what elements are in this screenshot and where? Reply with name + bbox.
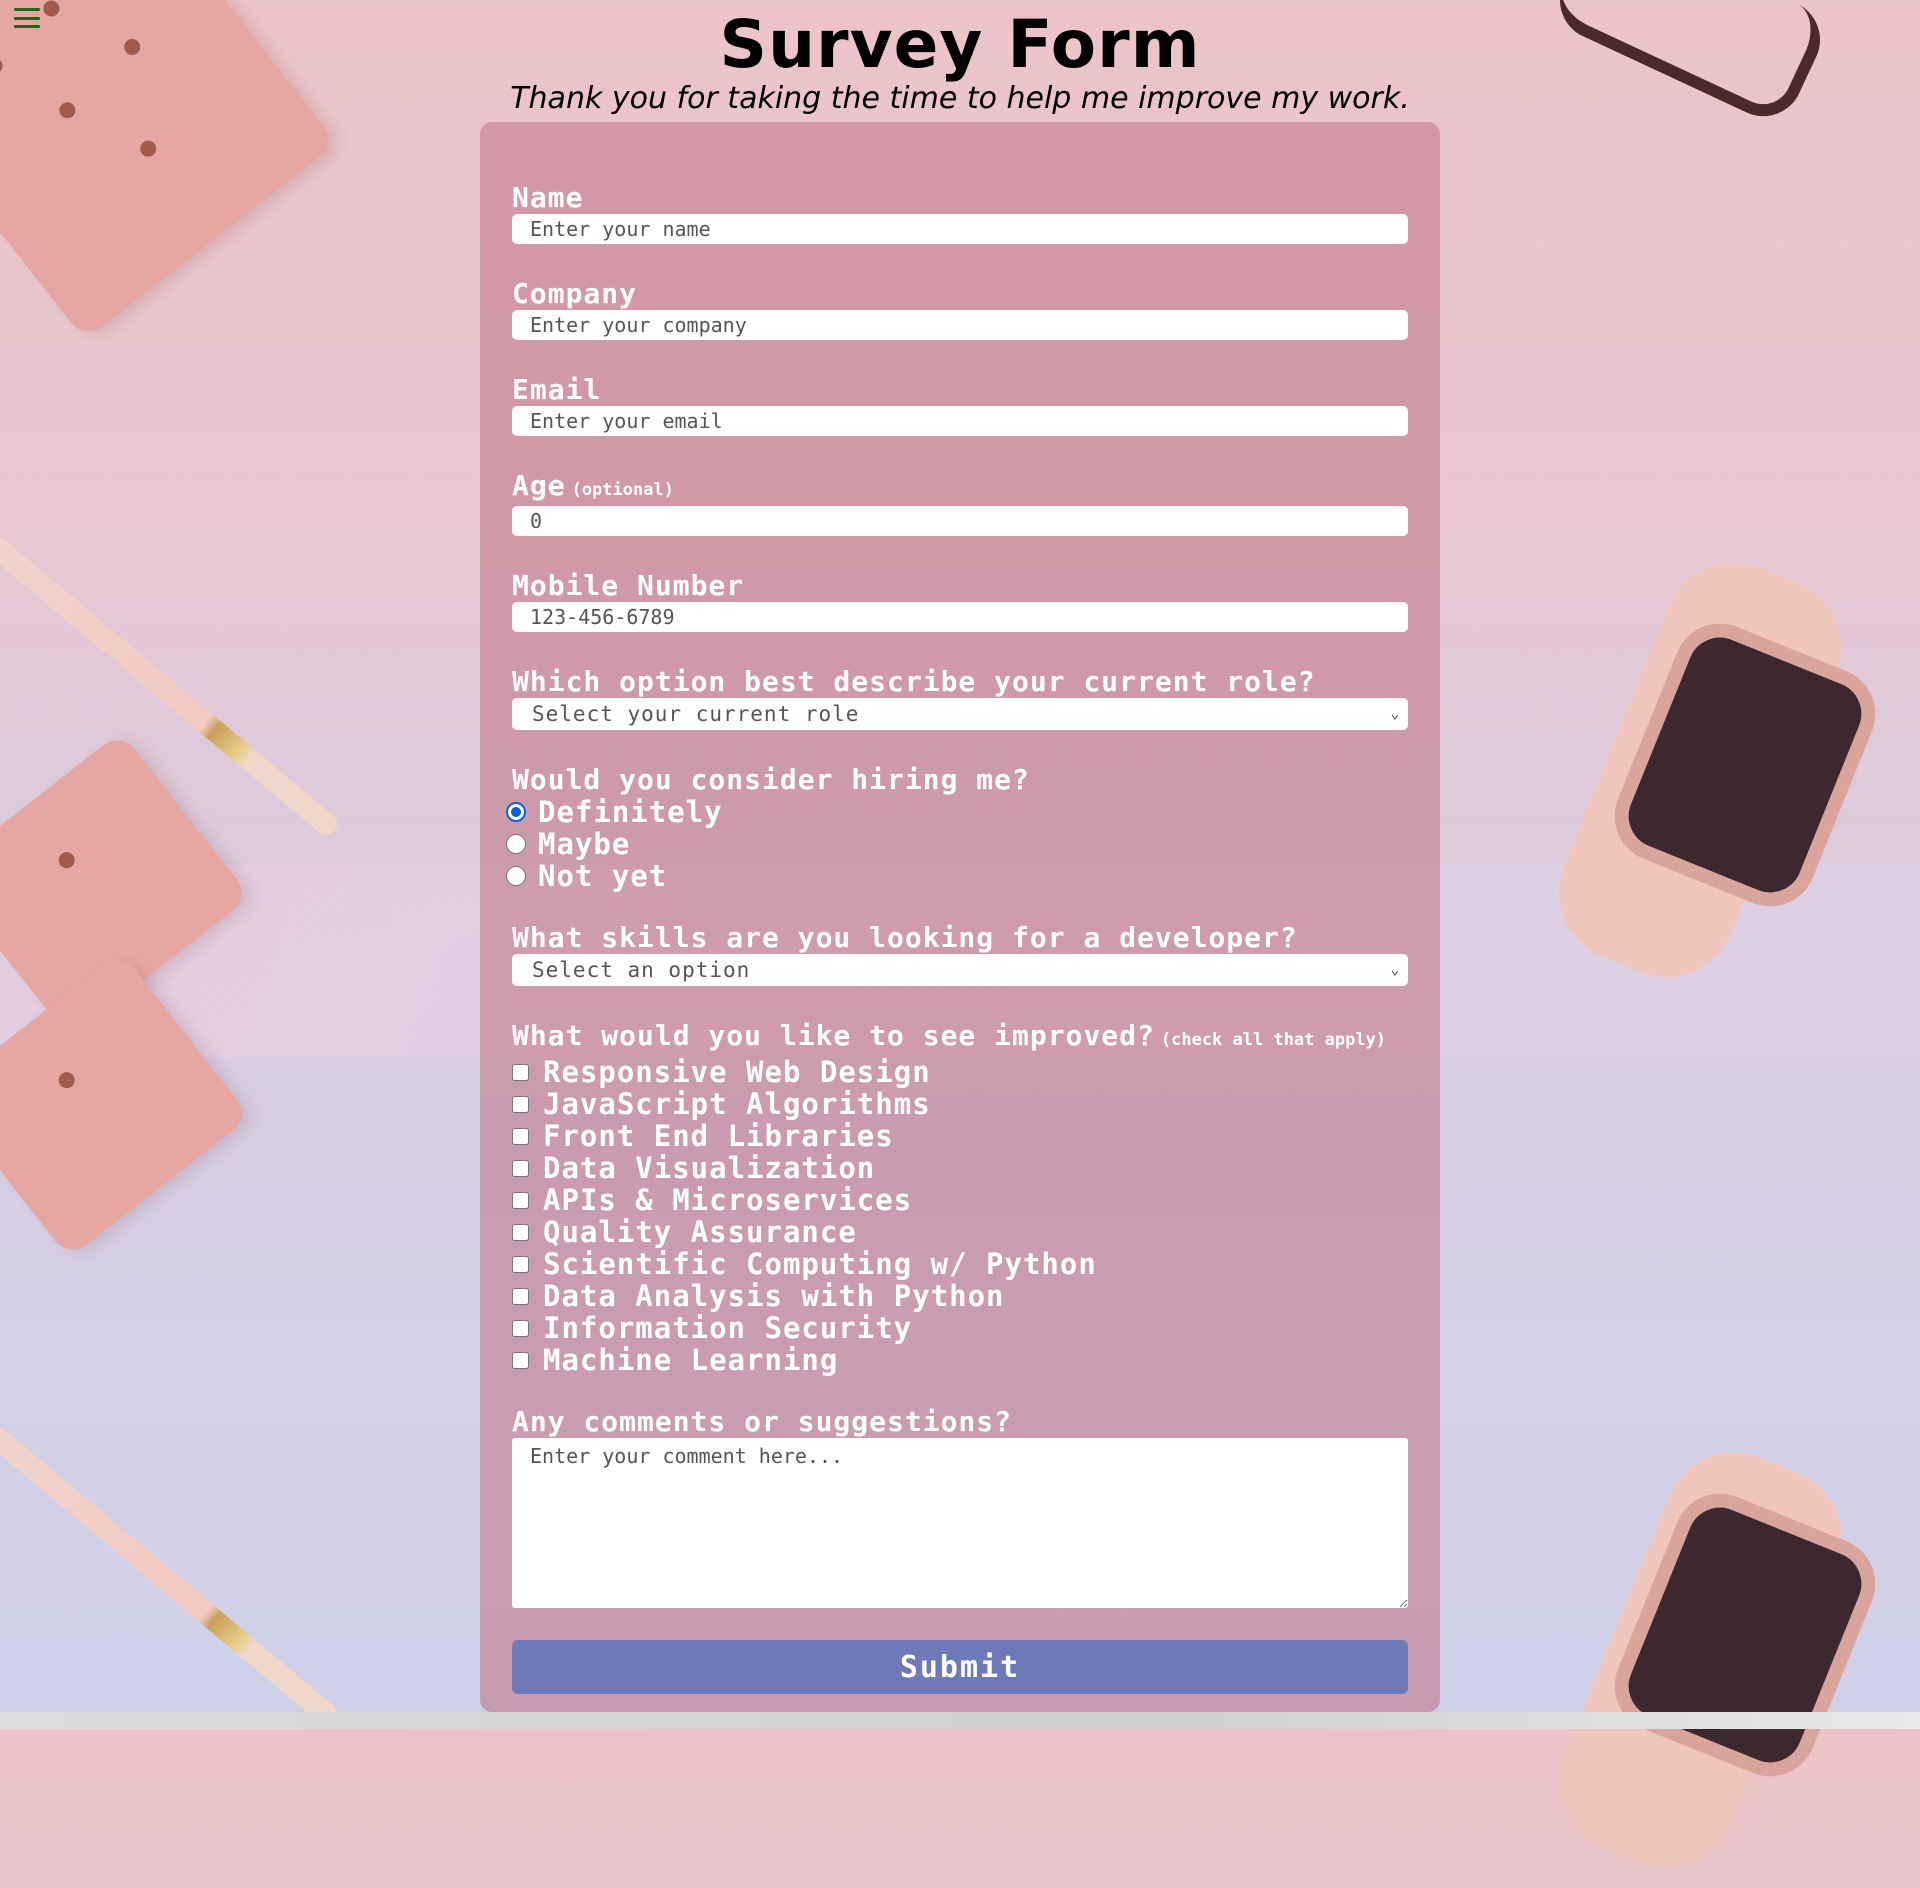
improve-option[interactable]: Quality Assurance: [512, 1215, 1408, 1249]
improve-option-label: JavaScript Algorithms: [543, 1087, 931, 1121]
checkbox[interactable]: [512, 1223, 529, 1241]
checkbox[interactable]: [512, 1063, 529, 1081]
improve-option[interactable]: JavaScript Algorithms: [512, 1087, 1408, 1121]
chevron-down-icon: ⌄: [1390, 706, 1400, 722]
company-group: Company: [512, 278, 1408, 340]
improve-option[interactable]: Front End Libraries: [512, 1119, 1408, 1153]
page-subtitle: Thank you for taking the time to help me…: [510, 81, 1410, 116]
company-label: Company: [512, 277, 638, 310]
hiring-option-label: Maybe: [538, 827, 631, 861]
checkbox[interactable]: [512, 1159, 529, 1177]
name-group: Name: [512, 182, 1408, 244]
email-input[interactable]: [512, 406, 1408, 436]
improve-option[interactable]: Scientific Computing w/ Python: [512, 1247, 1408, 1281]
name-label: Name: [512, 181, 584, 214]
page-header: Survey Form Thank you for taking the tim…: [0, 0, 1920, 118]
improve-label-text: What would you like to see improved?: [512, 1019, 1155, 1052]
chevron-down-icon: ⌄: [1390, 962, 1400, 978]
pen-decoration: [0, 462, 342, 840]
checkbox[interactable]: [512, 1127, 529, 1145]
skills-select-value: Select an option: [532, 958, 751, 982]
improve-option-label: Scientific Computing w/ Python: [543, 1247, 1097, 1281]
checkbox[interactable]: [512, 1287, 529, 1305]
radio-button[interactable]: [506, 834, 526, 854]
email-label: Email: [512, 373, 602, 406]
improve-option[interactable]: APIs & Microservices: [512, 1183, 1408, 1217]
hiring-option[interactable]: Maybe: [506, 827, 1408, 861]
checkbox[interactable]: [512, 1191, 529, 1209]
mobile-label: Mobile Number: [512, 569, 745, 602]
hiring-option[interactable]: Not yet: [506, 859, 1408, 893]
role-label: Which option best describe your current …: [512, 665, 1316, 698]
email-group: Email: [512, 374, 1408, 436]
comments-textarea[interactable]: [512, 1438, 1408, 1608]
mobile-input[interactable]: [512, 602, 1408, 632]
age-label-text: Age: [512, 469, 566, 502]
skills-group: What skills are you looking for a develo…: [512, 922, 1408, 986]
survey-form: Name Company Email Age(optional) Mobile …: [480, 122, 1440, 1712]
improve-option[interactable]: Data Analysis with Python: [512, 1279, 1408, 1313]
hiring-option[interactable]: Definitely: [506, 795, 1408, 829]
skills-label: What skills are you looking for a develo…: [512, 921, 1298, 954]
improve-option-label: Data Analysis with Python: [543, 1279, 1005, 1313]
improve-note: (check all that apply): [1160, 1030, 1387, 1050]
hiring-label: Would you consider hiring me?: [512, 763, 1030, 796]
improve-option[interactable]: Machine Learning: [512, 1343, 1408, 1377]
bottom-strip: [0, 1712, 1920, 1729]
role-select-value: Select your current role: [532, 702, 860, 726]
pen-decoration: [0, 1352, 342, 1730]
radio-button-checked[interactable]: [506, 802, 526, 822]
hiring-option-label: Definitely: [538, 795, 723, 829]
improve-label: What would you like to see improved? (che…: [512, 1020, 1408, 1056]
name-input[interactable]: [512, 214, 1408, 244]
improve-option-label: Quality Assurance: [543, 1215, 857, 1249]
age-group: Age (optional): [512, 470, 1408, 536]
comments-group: Any comments or suggestions?: [512, 1406, 1408, 1608]
skills-select[interactable]: Select an option ⌄: [512, 954, 1408, 986]
comments-label: Any comments or suggestions?: [512, 1405, 1013, 1438]
checkbox[interactable]: [512, 1255, 529, 1273]
submit-button[interactable]: Submit: [512, 1640, 1408, 1694]
checkbox[interactable]: [512, 1351, 529, 1369]
improve-option-label: Information Security: [543, 1311, 913, 1345]
improve-option-label: Data Visualization: [543, 1151, 876, 1185]
age-input[interactable]: [512, 506, 1408, 536]
checkbox[interactable]: [512, 1319, 529, 1337]
company-input[interactable]: [512, 310, 1408, 340]
mobile-group: Mobile Number: [512, 570, 1408, 632]
improve-group: What would you like to see improved? (che…: [512, 1020, 1408, 1377]
hamburger-menu-icon[interactable]: [14, 6, 40, 30]
radio-button[interactable]: [506, 866, 526, 886]
improve-option-label: Machine Learning: [543, 1343, 839, 1377]
role-select[interactable]: Select your current role ⌄: [512, 698, 1408, 730]
improve-option-label: Responsive Web Design: [543, 1055, 931, 1089]
improve-option-label: Front End Libraries: [543, 1119, 894, 1153]
hiring-option-label: Not yet: [538, 859, 668, 893]
age-label: Age (optional): [512, 470, 1408, 506]
improve-option[interactable]: Information Security: [512, 1311, 1408, 1345]
age-optional-note: (optional): [571, 480, 674, 500]
checkbox[interactable]: [512, 1095, 529, 1113]
improve-option-label: APIs & Microservices: [543, 1183, 913, 1217]
improve-option[interactable]: Data Visualization: [512, 1151, 1408, 1185]
role-group: Which option best describe your current …: [512, 666, 1408, 730]
improve-option[interactable]: Responsive Web Design: [512, 1055, 1408, 1089]
hiring-group: Would you consider hiring me? Definitely…: [506, 763, 1408, 893]
page-title: Survey Form: [719, 6, 1201, 83]
